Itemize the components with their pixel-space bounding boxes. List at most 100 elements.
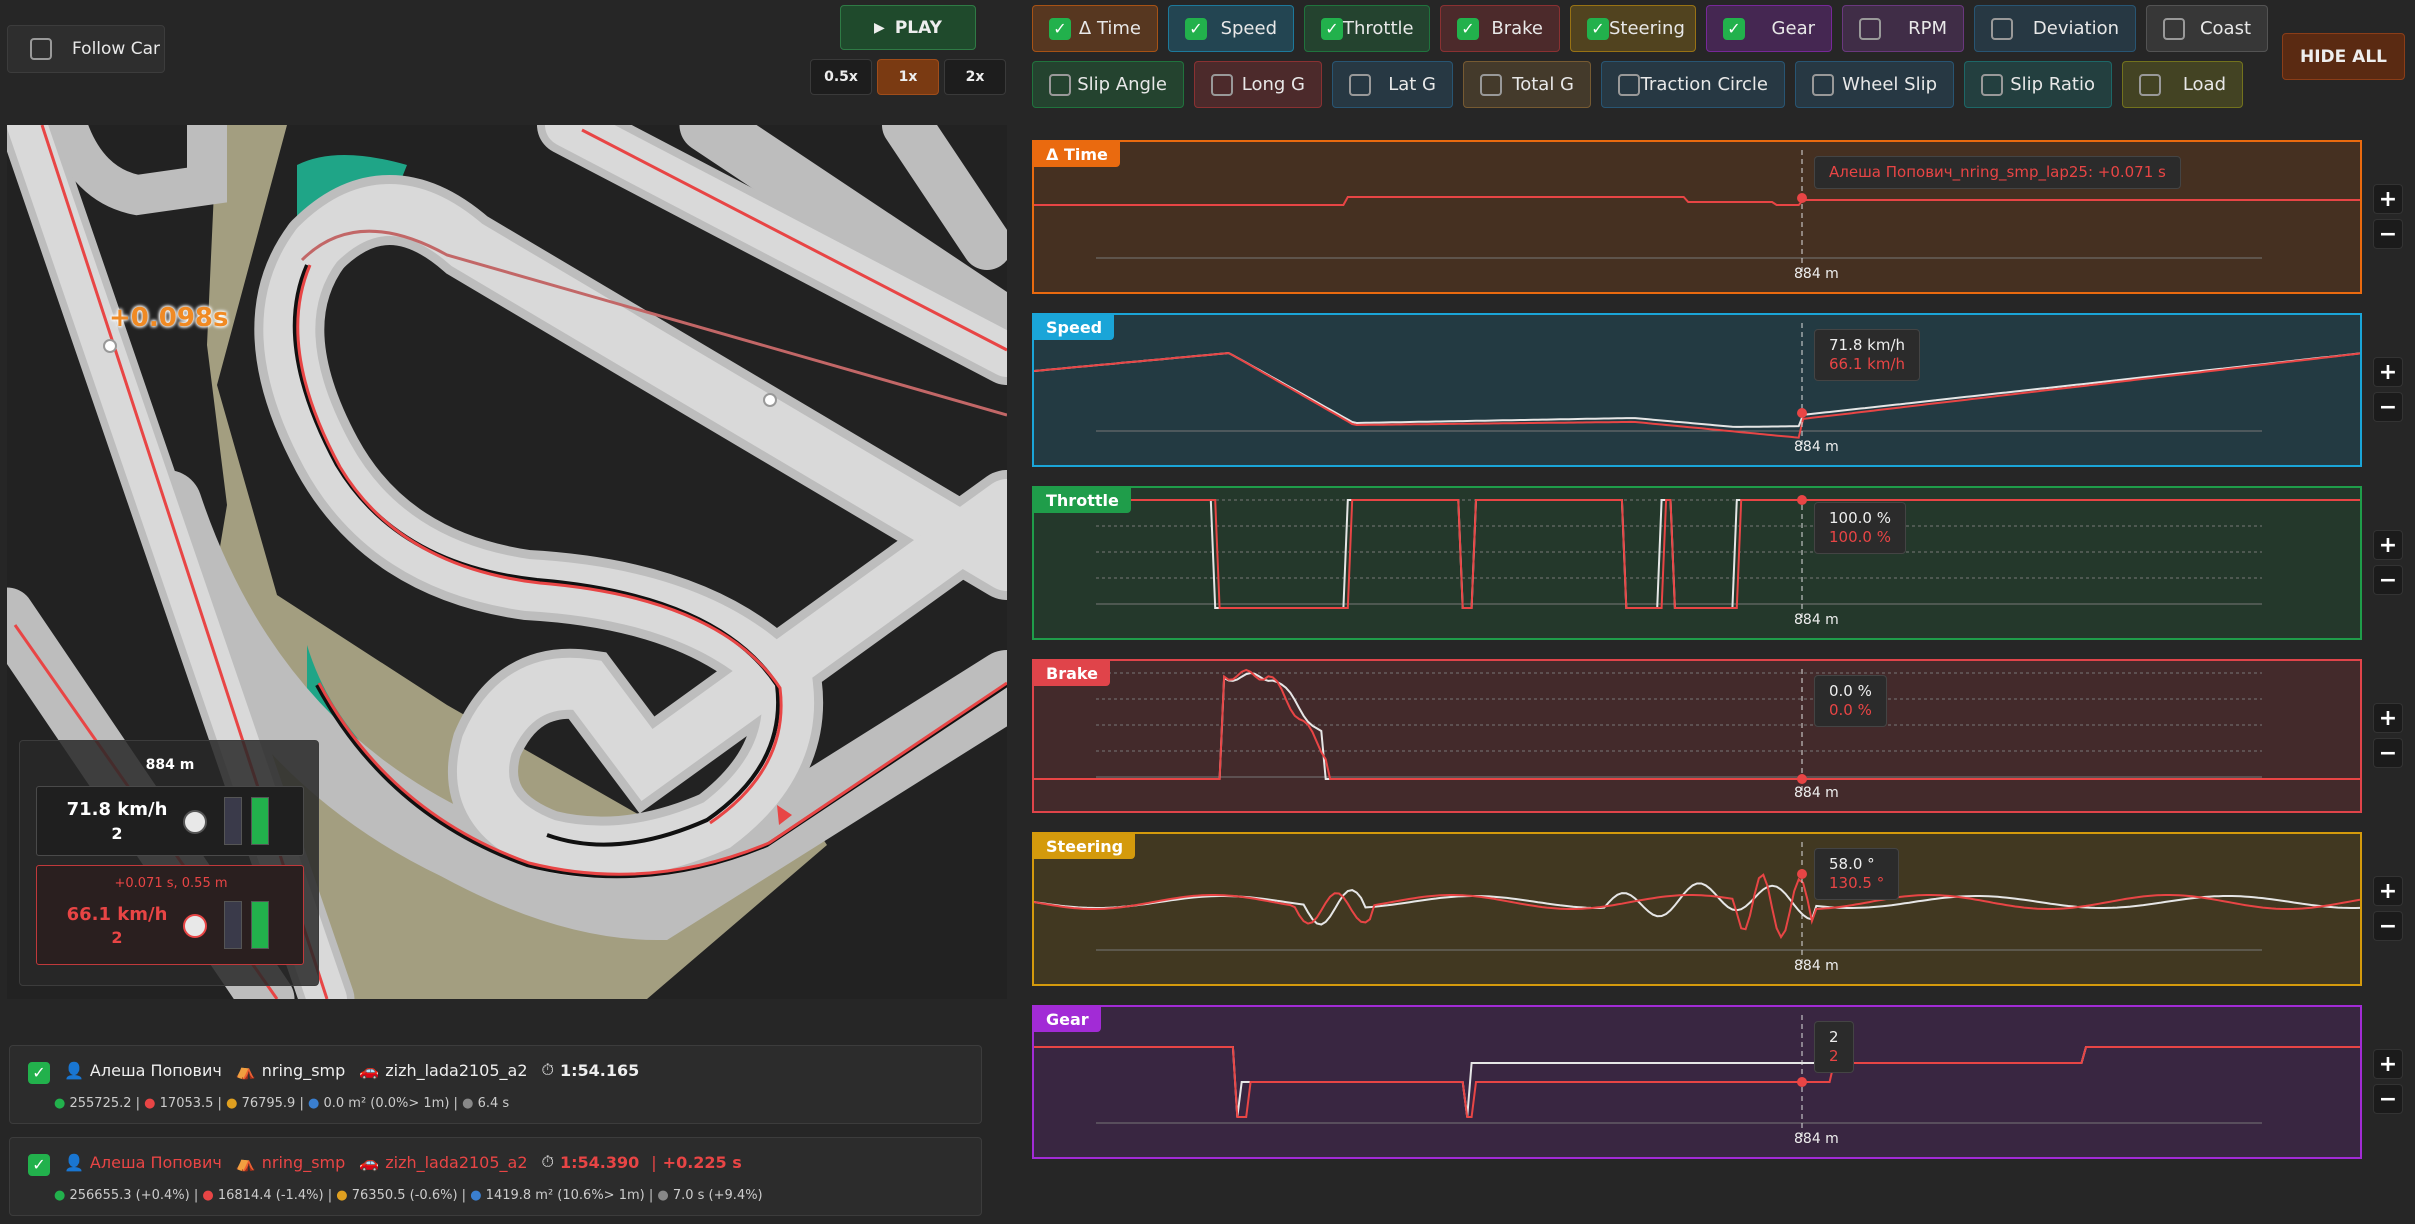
lap-cmp-car: zizh_lada2105_a2 (385, 1152, 528, 1172)
steering-plot (1034, 842, 2360, 968)
panel-gear-zoom-in-button[interactable]: + (2373, 1049, 2403, 1079)
toggle-steering[interactable]: Steering (1570, 5, 1696, 52)
brake-plot (1034, 668, 2360, 795)
panel-steering-zoom-in-button[interactable]: + (2373, 876, 2403, 906)
panel-brake[interactable]: Brake 884 m 0.0 % 0.0 % (1032, 659, 2362, 813)
panel-throttle-zoom-out-button[interactable]: − (2373, 565, 2403, 595)
car-icon: 🚗 (359, 1152, 380, 1172)
toggle-slip-ratio[interactable]: Slip Ratio (1964, 61, 2112, 108)
hide-all-button[interactable]: HIDE ALL (2282, 33, 2405, 80)
lap-cmp-stat-steer: 76350.5 (-0.6%) (351, 1188, 458, 1203)
panel-dtime-zoom-in-button[interactable]: + (2373, 184, 2403, 214)
toggle-lat-g[interactable]: Lat G (1332, 61, 1453, 108)
panel-throttle-zoom-in-button[interactable]: + (2373, 530, 2403, 560)
toggle-long-g[interactable]: Long G (1194, 61, 1322, 108)
panel-dtime[interactable]: Δ Time 884 m Алеша Попович_nring_smp_lap25… (1032, 140, 2362, 294)
tooltip-cmp-value: 0.0 % (1829, 701, 1872, 719)
toggle-checkbox[interactable] (2139, 73, 2161, 96)
panel-steering-tooltip: 58.0 ° 130.5 ° (1814, 848, 1900, 900)
panel-steering-zoom-out-button[interactable]: − (2373, 911, 2403, 941)
toggle-brake[interactable]: Brake (1440, 5, 1560, 52)
toggle-traction-circle[interactable]: Traction Circle (1601, 61, 1785, 108)
panel-speed[interactable]: Speed 884 m 71.8 km/h 66.1 km/h (1032, 313, 2362, 467)
series-cmp-line (1034, 351, 2360, 439)
toggle-checkbox[interactable] (1981, 73, 2003, 96)
follow-car-checkbox[interactable] (30, 38, 52, 60)
toggle-total-g[interactable]: Total G (1463, 61, 1591, 108)
toggle-checkbox[interactable] (1049, 73, 1071, 96)
toggle-checkbox[interactable] (1587, 17, 1609, 40)
panel-gear-title: Gear (1034, 1007, 1101, 1032)
panel-dtime-zoom-out-button[interactable]: − (2373, 219, 2403, 249)
speed-1x-button[interactable]: 1x (877, 59, 939, 95)
car-icon: 🚗 (359, 1060, 380, 1080)
toggle-speed[interactable]: Speed (1168, 5, 1294, 52)
hud-cmp-box: +0.071 s, 0.55 m 66.1 km/h 2 (36, 865, 304, 965)
lap-row-ref[interactable]: 👤Алеша Попович ⛺nring_smp 🚗zizh_lada2105… (9, 1045, 982, 1124)
follow-car-toggle[interactable]: Follow Car (7, 25, 165, 73)
tooltip-cmp-value: 2 (1829, 1047, 1839, 1065)
play-icon: ▶ (874, 19, 885, 36)
lap-ref-stat-throttle: 255725.2 (69, 1096, 132, 1111)
lap-cmp-stats: ● 256655.3 (+0.4%) | ● 16814.4 (-1.4%) |… (54, 1188, 763, 1203)
toggle-checkbox[interactable] (1211, 73, 1233, 96)
toggle-checkbox[interactable] (1049, 17, 1071, 40)
toggle-coast[interactable]: Coast (2146, 5, 2268, 52)
speed-2x-button[interactable]: 2x (944, 59, 1006, 95)
toggle-checkbox[interactable] (1859, 17, 1881, 40)
toggle-checkbox[interactable] (1618, 73, 1640, 96)
speed-2x-label: 2x (965, 69, 985, 85)
toggle-checkbox[interactable] (1321, 17, 1343, 40)
hud-cmp-speed: 66.1 km/h (66, 904, 168, 925)
toggle-checkbox[interactable] (1185, 17, 1207, 40)
speed-0.5x-button[interactable]: 0.5x (810, 59, 872, 95)
cursor-distance: 884 m (1794, 785, 1839, 801)
panel-speed-zoom-in-button[interactable]: + (2373, 357, 2403, 387)
panel-gear-zoom-out-button[interactable]: − (2373, 1084, 2403, 1114)
toggle-label: Coast (2199, 18, 2251, 39)
toggle-checkbox[interactable] (2163, 17, 2185, 40)
panel-throttle-tooltip: 100.0 % 100.0 % (1814, 502, 1906, 554)
toggle-checkbox[interactable] (1457, 17, 1479, 40)
speed-plot (1034, 323, 2360, 449)
lap-cmp-checkbox[interactable] (28, 1154, 50, 1176)
cursor-distance: 884 m (1794, 612, 1839, 628)
telemetry-hud: 884 m 71.8 km/h 2 +0.071 s, 0.55 m 66.1 … (19, 740, 319, 986)
cursor-dot (1797, 193, 1807, 203)
hide-all-label: HIDE ALL (2299, 46, 2388, 67)
series-ref-line (1034, 196, 2360, 206)
tooltip-ref-value: 100.0 % (1829, 509, 1891, 527)
panel-throttle[interactable]: Throttle 884 m 100.0 % 100.0 % (1032, 486, 2362, 640)
tooltip-cmp-value: 66.1 km/h (1829, 355, 1906, 373)
toggle-slip-angle[interactable]: Slip Angle (1032, 61, 1184, 108)
lap-ref-checkbox[interactable] (28, 1062, 50, 1084)
toggle-checkbox[interactable] (1723, 17, 1745, 40)
toggle-rpm[interactable]: RPM (1842, 5, 1964, 52)
hud-ref-throttle-bar (251, 797, 269, 845)
toggle-label: Throttle (1343, 18, 1414, 39)
lap-row-cmp[interactable]: 👤Алеша Попович ⛺nring_smp 🚗zizh_lada2105… (9, 1137, 982, 1216)
panel-brake-zoom-in-button[interactable]: + (2373, 703, 2403, 733)
toggle-deviation[interactable]: Deviation (1974, 5, 2136, 52)
panel-brake-zoom-out-button[interactable]: − (2373, 738, 2403, 768)
throttle-plot (1034, 495, 2360, 622)
toggle-checkbox[interactable] (1812, 73, 1834, 96)
toggle-gear[interactable]: Gear (1706, 5, 1832, 52)
panel-speed-zoom-out-button[interactable]: − (2373, 392, 2403, 422)
panel-brake-tooltip: 0.0 % 0.0 % (1814, 675, 1887, 727)
panel-gear[interactable]: Gear 884 m 22 (1032, 1005, 2362, 1159)
panel-steering[interactable]: Steering 884 m 58.0 ° 130.5 ° (1032, 832, 2362, 986)
toggle-wheel-slip[interactable]: Wheel Slip (1795, 61, 1954, 108)
toggle-checkbox[interactable] (1349, 73, 1371, 96)
toggle-checkbox[interactable] (1480, 73, 1502, 96)
toggle-time[interactable]: Δ Time (1032, 5, 1158, 52)
toggle-label: Lat G (1388, 74, 1436, 95)
series-cmp-line (1034, 499, 2360, 609)
play-button[interactable]: ▶ PLAY (840, 5, 976, 50)
toggle-checkbox[interactable] (1991, 17, 2013, 40)
cursor-distance: 884 m (1794, 958, 1839, 974)
toggle-label: Wheel Slip (1842, 74, 1937, 95)
toggle-load[interactable]: Load (2122, 61, 2243, 108)
toggle-label: Gear (1771, 18, 1815, 39)
toggle-throttle[interactable]: Throttle (1304, 5, 1430, 52)
